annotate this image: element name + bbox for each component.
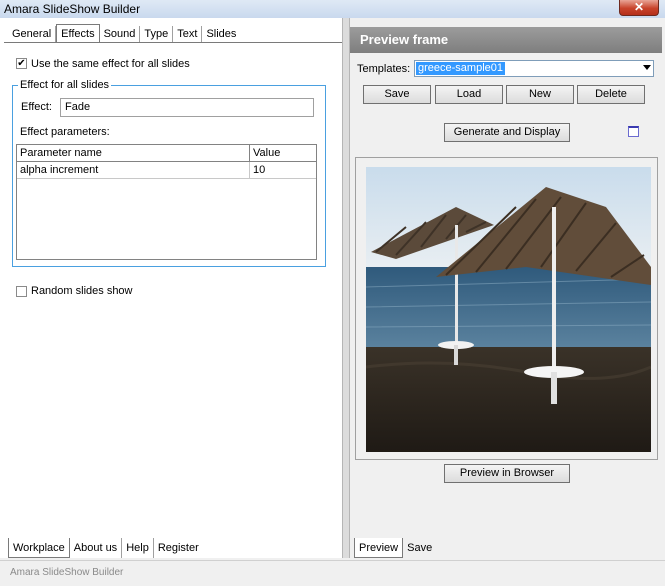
left-panel: General Effects Sound Type Text Slides ✔… [0, 18, 342, 558]
save-button[interactable]: Save [363, 85, 431, 104]
templates-selected-value: greece-sample01 [416, 62, 505, 75]
preview-in-browser-button[interactable]: Preview in Browser [444, 464, 570, 483]
preview-image [366, 167, 651, 452]
effect-group-label: Effect for all slides [18, 79, 112, 91]
same-effect-label: Use the same effect for all slides [31, 58, 190, 70]
table-cell-param-name[interactable]: alpha increment [17, 162, 250, 179]
window-icon[interactable] [628, 126, 639, 137]
col-header-value[interactable]: Value [250, 145, 316, 162]
templates-label: Templates: [357, 63, 411, 75]
tab-slides[interactable]: Slides [202, 26, 240, 42]
effect-label: Effect: [21, 101, 52, 113]
tab-help[interactable]: Help [122, 538, 154, 558]
preview-image-frame [355, 157, 658, 460]
random-slides-checkbox[interactable] [16, 286, 27, 297]
check-icon: ✔ [17, 58, 26, 69]
table-cell-param-value[interactable]: 10 [250, 162, 316, 179]
tab-sound[interactable]: Sound [100, 26, 141, 42]
tab-about-us[interactable]: About us [70, 538, 123, 558]
new-button[interactable]: New [506, 85, 574, 104]
close-button[interactable]: ✕ [619, 0, 659, 16]
title-bar: Amara SlideShow Builder ✕ [0, 0, 665, 18]
tab-save[interactable]: Save [403, 538, 436, 558]
right-panel: Preview frame Templates: greece-sample01… [350, 18, 665, 558]
chevron-down-icon[interactable] [643, 65, 651, 70]
status-text: Amara SlideShow Builder [10, 567, 124, 578]
effect-params-label: Effect parameters: [20, 126, 110, 138]
random-slides-label: Random slides show [31, 285, 133, 297]
panel-splitter[interactable] [342, 18, 350, 558]
right-bottom-tabs: Preview Save [354, 538, 436, 558]
load-button[interactable]: Load [435, 85, 503, 104]
tab-type[interactable]: Type [140, 26, 174, 42]
window-title: Amara SlideShow Builder [4, 2, 141, 16]
effect-input[interactable]: Fade [60, 98, 314, 117]
preview-frame-header: Preview frame [350, 27, 662, 53]
params-table: Parameter name Value alpha increment 10 [16, 144, 317, 260]
templates-select[interactable]: greece-sample01 [414, 60, 654, 77]
delete-button[interactable]: Delete [577, 85, 645, 104]
status-bar: Amara SlideShow Builder [0, 560, 665, 586]
tab-effects[interactable]: Effects [56, 24, 100, 42]
generate-display-button[interactable]: Generate and Display [444, 123, 570, 142]
tab-register[interactable]: Register [154, 538, 203, 558]
settings-tabs: General Effects Sound Type Text Slides [8, 24, 240, 42]
tab-workplace[interactable]: Workplace [8, 538, 70, 558]
tab-text[interactable]: Text [173, 26, 203, 42]
tab-preview[interactable]: Preview [354, 538, 404, 558]
close-icon: ✕ [633, 0, 645, 14]
tab-divider [4, 42, 342, 43]
same-effect-checkbox[interactable]: ✔ [16, 58, 27, 69]
left-bottom-tabs: Workplace About us Help Register [8, 538, 203, 558]
col-header-parameter[interactable]: Parameter name [17, 145, 250, 162]
tab-general[interactable]: General [8, 26, 57, 42]
